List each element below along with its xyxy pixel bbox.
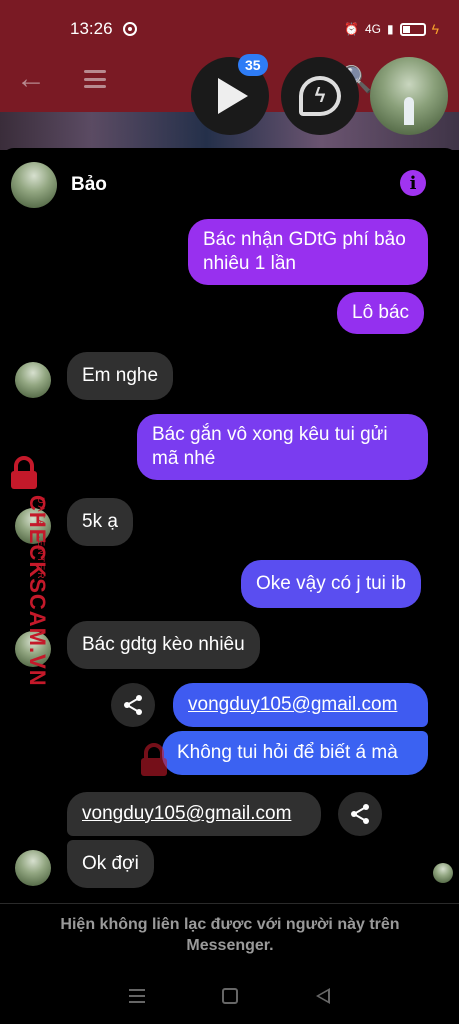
status-indicators: ⏰ 4G ▮ ϟ [344,21,439,37]
system-nav-bar [0,968,459,1024]
share-icon [124,695,142,715]
watermark: CHECKSCAM.VN DATA CENTER [4,455,50,687]
back-button[interactable] [316,988,331,1004]
chat-head-messenger[interactable]: ϟ [281,57,359,135]
share-button[interactable] [111,683,155,727]
menu-icon[interactable] [84,70,106,88]
charging-icon: ϟ [431,21,439,37]
unread-badge: 35 [238,54,268,76]
message-in[interactable]: Ok đợi [67,840,154,888]
status-notification-icon [122,22,137,36]
message-out[interactable]: Lô bác [337,292,425,334]
message-in[interactable]: Bác gdtg kèo nhiêu [67,621,260,669]
share-icon [351,804,369,824]
info-icon[interactable]: i [400,170,426,196]
contact-avatar-small [15,362,51,398]
chat-header: Bảo i [0,150,459,215]
battery-icon [399,22,426,36]
back-arrow-icon[interactable]: ← [16,62,46,96]
message-in-link[interactable]: vongduy105@gmail.com [67,792,321,836]
message-out-link[interactable]: vongduy105@gmail.com [173,683,428,727]
share-button[interactable] [338,792,382,836]
message-in[interactable]: 5k ạ [67,498,133,546]
message-out[interactable]: Oke vậy có j tui ib [241,560,421,608]
watermark-sub: DATA CENTER [36,497,46,581]
contact-name[interactable]: Bảo [71,174,107,196]
footer-divider [0,903,459,904]
seen-indicator-avatar [433,863,453,883]
unavailable-notice: Hiện không liên lạc được với người này t… [60,916,400,954]
status-time: 13:26 [70,19,113,38]
lock-icon [11,456,37,489]
home-button[interactable] [222,988,239,1004]
alarm-icon: ⏰ [344,22,359,36]
message-out[interactable]: Không tui hỏi để biết á mà [162,731,428,775]
contact-avatar[interactable] [11,162,57,208]
message-in[interactable]: Em nghe [67,352,174,400]
message-out[interactable]: Bác gắn vô xong kêu tui gửi mã nhé [137,414,428,480]
messenger-icon: ϟ [299,76,341,116]
contact-avatar-small [15,850,51,886]
signal-icon: ▮ [386,22,394,36]
message-out[interactable]: Bác nhận GDtG phí bảo nhiêu 1 lần [188,219,428,285]
lock-icon [141,743,167,776]
recents-button[interactable] [128,989,145,1003]
chat-head-contact-avatar[interactable] [370,57,448,135]
status-bar: 13:26 ⏰ 4G ▮ ϟ [0,0,459,58]
network-label: 4G [364,22,381,36]
play-icon [218,78,248,114]
